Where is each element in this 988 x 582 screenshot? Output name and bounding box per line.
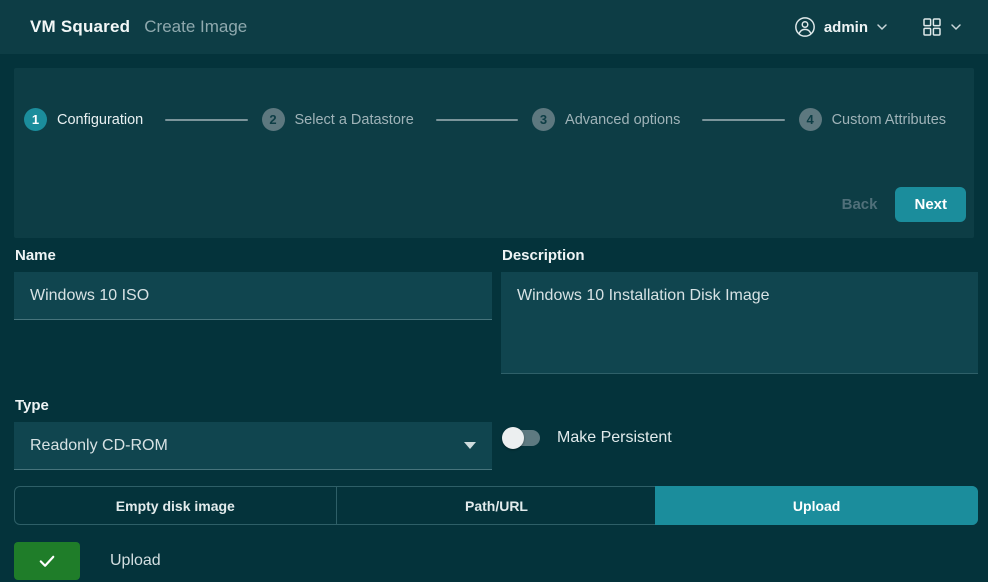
make-persistent-toggle[interactable] — [502, 426, 540, 449]
wizard-stepper: 1 Configuration 2 Select a Datastore 3 A… — [24, 108, 954, 131]
page-title: Create Image — [144, 17, 247, 37]
tab-path-url[interactable]: Path/URL — [336, 487, 657, 524]
user-name: admin — [824, 19, 868, 36]
upload-file-button[interactable] — [14, 542, 80, 580]
step-configuration[interactable]: 1 Configuration — [24, 108, 151, 131]
type-select-value: Readonly CD-ROM — [30, 437, 168, 455]
step-number-badge: 4 — [799, 108, 822, 131]
back-button[interactable]: Back — [842, 196, 878, 213]
wizard-card: 1 Configuration 2 Select a Datastore 3 A… — [14, 68, 974, 238]
grid-apps-icon — [922, 17, 942, 37]
breadcrumb: VM Squared Create Image — [30, 17, 247, 37]
user-menu[interactable]: admin — [794, 16, 888, 38]
step-connector — [165, 119, 247, 121]
step-select-datastore[interactable]: 2 Select a Datastore — [262, 108, 422, 131]
description-input[interactable]: Windows 10 Installation Disk Image — [501, 272, 978, 374]
type-field-group: Type Readonly CD-ROM — [14, 397, 492, 470]
next-button[interactable]: Next — [895, 187, 966, 222]
app-brand: VM Squared — [30, 17, 130, 37]
step-number-badge: 2 — [262, 108, 285, 131]
type-label: Type — [14, 397, 492, 422]
tab-empty-disk-image[interactable]: Empty disk image — [15, 487, 336, 524]
step-custom-attributes[interactable]: 4 Custom Attributes — [799, 108, 954, 131]
step-label: Configuration — [57, 112, 143, 128]
upload-label: Upload — [110, 552, 161, 570]
step-advanced-options[interactable]: 3 Advanced options — [532, 108, 688, 131]
checkmark-icon — [37, 551, 57, 571]
chevron-down-icon — [950, 21, 962, 33]
name-field-group: Name — [14, 247, 492, 379]
chevron-down-icon — [876, 21, 888, 33]
image-source-tabs: Empty disk image Path/URL Upload — [14, 486, 978, 525]
user-icon — [794, 16, 816, 38]
toggle-knob — [502, 427, 524, 449]
step-connector — [436, 119, 518, 121]
configuration-form: Name Description Windows 10 Installation… — [0, 238, 988, 470]
apps-menu[interactable] — [922, 17, 962, 37]
app-header: VM Squared Create Image admin — [0, 0, 988, 54]
step-label: Advanced options — [565, 112, 680, 128]
step-connector — [702, 119, 784, 121]
upload-section: Upload — [14, 542, 988, 580]
caret-down-icon — [464, 442, 476, 449]
step-label: Select a Datastore — [295, 112, 414, 128]
description-label: Description — [501, 247, 978, 272]
name-input[interactable] — [14, 272, 492, 320]
persistent-field-group: Make Persistent — [501, 397, 978, 470]
make-persistent-label: Make Persistent — [557, 429, 672, 447]
name-label: Name — [14, 247, 492, 272]
tab-upload[interactable]: Upload — [655, 486, 978, 525]
step-label: Custom Attributes — [832, 112, 946, 128]
step-number-badge: 1 — [24, 108, 47, 131]
type-select[interactable]: Readonly CD-ROM — [14, 422, 492, 470]
description-field-group: Description Windows 10 Installation Disk… — [501, 247, 978, 379]
step-number-badge: 3 — [532, 108, 555, 131]
